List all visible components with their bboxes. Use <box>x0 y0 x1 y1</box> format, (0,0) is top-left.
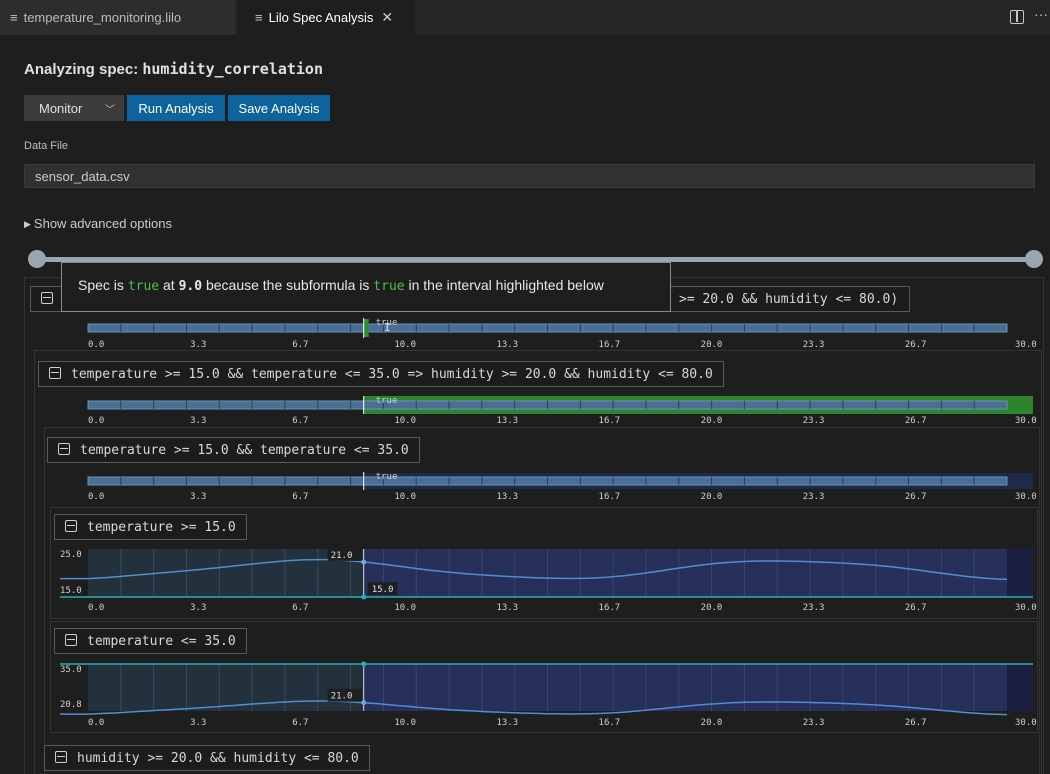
axis-tick-label: 30.0 <box>1015 340 1037 350</box>
tooltip-text: Spec is <box>78 277 128 293</box>
plot-past-region <box>88 664 364 711</box>
tooltip-time: 9.0 <box>178 279 203 294</box>
axis-tick-label: 13.3 <box>496 492 518 502</box>
axis-tick-label: 6.7 <box>292 416 308 426</box>
axis-tick-label: 30.0 <box>1015 603 1037 613</box>
marker-value-label: true <box>376 472 398 482</box>
axis-tick-label: 10.0 <box>394 340 416 350</box>
axis-tick-label: 13.3 <box>496 416 518 426</box>
value-label: 21.0 <box>331 692 353 702</box>
axis-tick-label: 20.0 <box>701 492 723 502</box>
y-min-label: 20.8 <box>60 700 82 710</box>
axis-tick-label: 0.0 <box>88 492 104 502</box>
axis-tick-label: 10.0 <box>394 718 416 728</box>
axis-tick-label: 13.3 <box>496 718 518 728</box>
axis-tick-label: 23.3 <box>803 603 825 613</box>
marker-value-label: true <box>376 396 398 406</box>
y-max-label: 35.0 <box>60 665 82 675</box>
axis-tick-label: 13.3 <box>496 603 518 613</box>
axis-tick-label: 10.0 <box>394 603 416 613</box>
tooltip-keyword: true <box>127 279 160 294</box>
axis-tick-label: 20.0 <box>701 416 723 426</box>
axis-tick-label: 23.3 <box>803 718 825 728</box>
axis-tick-label: 16.7 <box>599 340 621 350</box>
axis-tick-label: 3.3 <box>190 492 206 502</box>
plot-tail-region <box>1007 549 1033 597</box>
axis-tick-label: 16.7 <box>599 718 621 728</box>
signal-point <box>361 559 367 565</box>
axis-tick-label: 16.7 <box>599 492 621 502</box>
axis-tick-label: 10.0 <box>394 492 416 502</box>
y-min-label: 15.0 <box>60 586 82 596</box>
axis-tick-label: 0.0 <box>88 416 104 426</box>
axis-tick-label: 23.3 <box>803 416 825 426</box>
axis-tick-label: 3.3 <box>190 718 206 728</box>
timeline-visualization[interactable]: true I 0.0 3.3 6.7 10.0 13.3 16.7 20.0 23.3 26.7 30… <box>0 0 1050 774</box>
axis-tick-label: 20.0 <box>701 718 723 728</box>
tooltip-text: in the interval highlighted below <box>404 277 604 293</box>
threshold-point <box>361 594 367 600</box>
true-point-highlight <box>363 319 369 337</box>
axis-tick-label: 26.7 <box>905 340 927 350</box>
value-label: 21.0 <box>331 551 353 561</box>
threshold-point <box>361 661 367 667</box>
axis-tick-label: 3.3 <box>190 416 206 426</box>
threshold-label: 15.0 <box>372 585 394 595</box>
text-cursor-icon: I <box>384 321 391 334</box>
axis-tick-label: 3.3 <box>190 340 206 350</box>
axis-tick-label: 0.0 <box>88 603 104 613</box>
axis-tick-label: 26.7 <box>905 718 927 728</box>
tooltip-text: because the subformula is <box>202 277 374 293</box>
signal-bar-highlighted <box>363 400 1008 410</box>
axis-tick-label: 6.7 <box>292 492 308 502</box>
axis-tick-label: 6.7 <box>292 603 308 613</box>
axis-tick-label: 16.7 <box>599 603 621 613</box>
axis-tick-label: 30.0 <box>1015 718 1037 728</box>
axis-tick-label: 10.0 <box>394 416 416 426</box>
axis-tick-label: 0.0 <box>88 718 104 728</box>
axis-tick-label: 26.7 <box>905 492 927 502</box>
axis-tick-label: 20.0 <box>701 603 723 613</box>
plot-past-region <box>88 549 364 597</box>
plot-future-region <box>363 664 1007 711</box>
y-max-label: 25.0 <box>60 550 82 560</box>
tooltip-text: at <box>159 277 179 293</box>
axis-tick-label: 6.7 <box>292 718 308 728</box>
signal-point <box>361 700 367 706</box>
axis-tick-label: 30.0 <box>1015 416 1037 426</box>
axis-tick-label: 26.7 <box>905 416 927 426</box>
plot-tail-region <box>1007 664 1033 711</box>
axis-tick-label: 13.3 <box>496 340 518 350</box>
explanation-tooltip: Spec is true at 9.0 because the subformu… <box>61 262 671 312</box>
axis-tick-label: 16.7 <box>599 416 621 426</box>
axis-tick-label: 23.3 <box>803 340 825 350</box>
axis-tick-label: 23.3 <box>803 492 825 502</box>
axis-tick-label: 3.3 <box>190 603 206 613</box>
axis-tick-label: 26.7 <box>905 603 927 613</box>
tooltip-keyword: true <box>373 279 405 294</box>
axis-tick-label: 30.0 <box>1015 492 1037 502</box>
axis-tick-label: 20.0 <box>701 340 723 350</box>
axis-tick-label: 6.7 <box>292 340 308 350</box>
axis-tick-label: 0.0 <box>88 340 104 350</box>
